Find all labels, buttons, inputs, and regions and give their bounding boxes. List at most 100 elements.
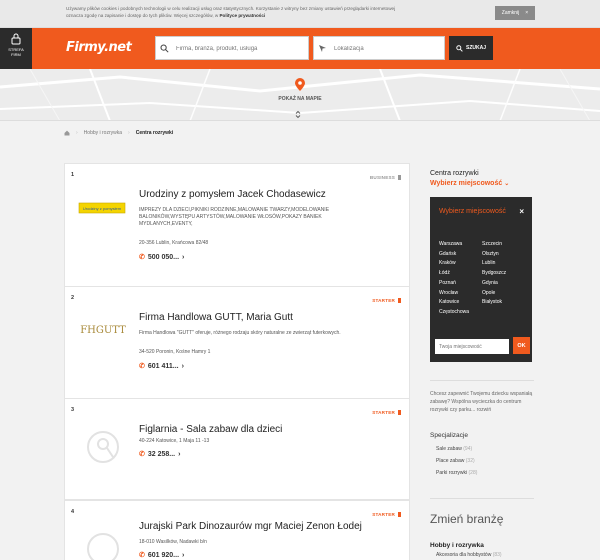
company-logo: FHGUTT xyxy=(80,325,126,336)
cookie-close-label: Zamknij xyxy=(501,10,520,16)
phone-icon: ✆ xyxy=(139,451,145,458)
listing-number: 2 xyxy=(71,295,75,301)
listing-card[interactable]: 2 STARTER FHGUTT Firma Handlowa GUTT, Ma… xyxy=(64,286,410,400)
specialization-count: (94) xyxy=(463,446,473,452)
city-link[interactable]: Gdańsk xyxy=(439,250,469,260)
show-map-label[interactable]: POKAŻ NA MAPIE xyxy=(270,96,330,102)
category-item[interactable]: Akcesoria dla hobbystów (83) xyxy=(436,552,502,558)
close-icon: × xyxy=(525,10,529,16)
listing-number: 1 xyxy=(71,172,75,178)
city-link[interactable]: Szczecin xyxy=(482,240,506,250)
listing-number: 3 xyxy=(71,407,75,413)
search-box[interactable] xyxy=(155,36,309,60)
listing-card[interactable]: 1 BUSINESS Urodziny z pomysłem Urodziny … xyxy=(64,163,410,287)
chevron-right-icon: › xyxy=(181,362,184,370)
sidebar-title: Centra rozrywki xyxy=(430,170,479,177)
logo[interactable]: Firmy.net xyxy=(66,40,132,55)
listing-address: 18-010 Wasilków, Nadawki b/n xyxy=(139,539,207,545)
listing-title[interactable]: Firma Handlowa GUTT, Maria Gutt xyxy=(139,312,401,323)
listing-number: 4 xyxy=(71,509,75,515)
map-strip[interactable]: POKAŻ NA MAPIE xyxy=(0,69,600,121)
choose-city-label: Wybierz miejscowość xyxy=(430,180,503,187)
listing-phone[interactable]: ✆ 601 920... › xyxy=(139,551,184,560)
listing-phone[interactable]: ✆ 601 411... › xyxy=(139,362,184,371)
location-input[interactable] xyxy=(334,41,454,56)
listing-phone[interactable]: ✆ 32 258... › xyxy=(139,450,181,459)
specializations-title: Specjalizacje xyxy=(430,432,468,439)
listing-address: 34-520 Poronin, Kośne Hamry 1 xyxy=(139,349,211,355)
chevron-updown-icon xyxy=(295,110,301,119)
phone-number: 601 411... xyxy=(147,362,179,370)
specialization-item[interactable]: Place zabaw (32) xyxy=(436,455,477,467)
dropdown-title: Wybierz miejscowość xyxy=(439,208,506,215)
home-icon[interactable] xyxy=(64,130,70,136)
city-link[interactable]: Białystok xyxy=(482,298,506,308)
phone-number: 500 050... xyxy=(147,253,180,261)
logo-text: Urodziny z pomysłem xyxy=(83,206,122,211)
cookie-close-button[interactable]: Zamknij × xyxy=(495,6,535,20)
listing-phone[interactable]: ✆ 500 050... › xyxy=(139,253,185,262)
specialization-item[interactable]: Parki rozrywki (28) xyxy=(436,467,477,479)
listing-address: 20-356 Lublin, Krańcowa 82/48 xyxy=(139,240,209,246)
search-icon xyxy=(456,44,463,52)
strefa-firm-button[interactable]: STREFA FIRM xyxy=(0,28,32,69)
specialization-count: (32) xyxy=(465,458,475,464)
cookie-text: Używamy plików cookies i podobnych techn… xyxy=(66,5,396,19)
specializations-list: Sale zabaw (94) Place zabaw (32) Parki r… xyxy=(436,443,477,479)
package-badge: STARTER xyxy=(372,298,401,303)
chevron-right-icon: › xyxy=(178,450,181,458)
listing-title[interactable]: Jurajski Park Dinozaurów mgr Maciej Zeno… xyxy=(139,521,401,532)
city-link[interactable]: Bydgoszcz xyxy=(482,269,506,279)
chevron-right-icon: › xyxy=(76,130,78,136)
city-link[interactable]: Gdynia xyxy=(482,279,506,289)
city-link[interactable]: Łódź xyxy=(439,269,469,279)
specialization-label: Place zabaw xyxy=(436,458,465,464)
category-description: Chcesz zapewnić Twojemu dziecku wspaniał… xyxy=(430,391,533,413)
map-toggle-icon[interactable] xyxy=(295,110,301,120)
category-label: Akcesoria dla hobbystów xyxy=(436,552,492,558)
listing-card[interactable]: 3 STARTER Figlarnia - Sala zabaw dla dzi… xyxy=(64,398,410,500)
breadcrumb-hobby[interactable]: Hobby i rozrywka xyxy=(84,130,122,136)
phone-number: 32 258... xyxy=(147,450,176,458)
phone-icon: ✆ xyxy=(139,363,145,370)
close-icon[interactable]: × xyxy=(519,207,524,216)
city-link[interactable]: Wrocław xyxy=(439,289,469,299)
search-input[interactable] xyxy=(176,41,296,56)
listing-card[interactable]: 4 STARTER Jurajski Park Dinozaurów mgr M… xyxy=(64,500,410,560)
search-button[interactable]: SZUKAJ xyxy=(449,36,493,60)
city-link[interactable]: Warszawa xyxy=(439,240,469,250)
search-icon xyxy=(160,44,169,53)
location-box[interactable] xyxy=(313,36,454,60)
listing-description: Firma Handlowa "GUTT" oferuje, różnego r… xyxy=(139,330,341,336)
search-button-label: SZUKAJ xyxy=(465,45,486,51)
city-link[interactable]: Lublin xyxy=(482,259,506,269)
breadcrumb: › Hobby i rozrywka › Centra rozrywki xyxy=(64,130,173,136)
chevron-right-icon: › xyxy=(128,130,130,136)
header: STREFA FIRM Firmy.net SZUKAJ xyxy=(0,28,600,69)
city-link[interactable]: Opole xyxy=(482,289,506,299)
phone-icon: ✆ xyxy=(139,552,145,559)
firm-label: FIRM xyxy=(11,52,21,57)
city-input[interactable] xyxy=(435,339,509,354)
sidebar-divider xyxy=(430,498,534,499)
listing-title[interactable]: Figlarnia - Sala zabaw dla dzieci xyxy=(139,424,401,435)
city-ok-button[interactable]: OK xyxy=(513,337,530,354)
city-link[interactable]: Poznań xyxy=(439,279,469,289)
city-link[interactable]: Katowice xyxy=(439,298,469,308)
package-badge: STARTER xyxy=(372,512,401,517)
logo-text: FHGUTT xyxy=(80,325,126,336)
choose-city-toggle[interactable]: Wybierz miejscowość ⌄ xyxy=(430,180,509,187)
city-link[interactable]: Częstochowa xyxy=(439,308,469,318)
category-group-title[interactable]: Hobby i rozrywka xyxy=(430,542,484,549)
city-link[interactable]: Olsztyn xyxy=(482,250,506,260)
listing-title[interactable]: Urodziny z pomysłem Jacek Chodasewicz xyxy=(139,189,401,200)
lock-icon xyxy=(11,33,21,45)
package-badge: BUSINESS xyxy=(370,175,401,180)
specialization-item[interactable]: Sale zabaw (94) xyxy=(436,443,477,455)
privacy-policy-link[interactable]: Polityce prywatności xyxy=(219,13,265,18)
city-link[interactable]: Kraków xyxy=(439,259,469,269)
cookie-bar: Używamy plików cookies i podobnych techn… xyxy=(0,0,600,28)
chevron-right-icon: › xyxy=(182,253,185,261)
package-badge: STARTER xyxy=(372,410,401,415)
company-logo: Urodziny z pomysłem xyxy=(78,202,126,214)
